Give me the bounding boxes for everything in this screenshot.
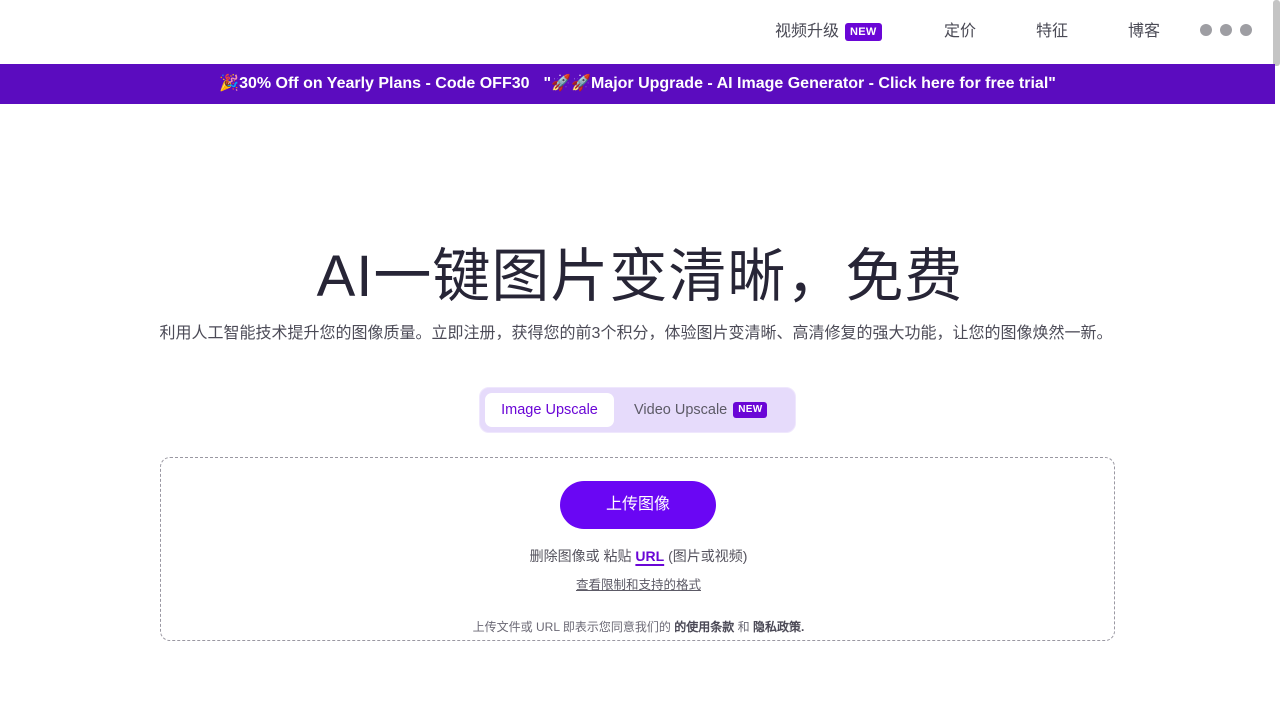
tab-image-upscale[interactable]: Image Upscale [485,393,614,427]
terms-prefix: 上传文件或 URL 即表示您同意我们的 [472,620,671,634]
upload-dropzone[interactable]: 上传图像 删除图像或 粘贴 URL (图片或视频) 查看限制和支持的格式 上传文… [160,457,1115,641]
nav-item-features[interactable]: 特征 [1036,20,1068,44]
top-navigation: 视频升级 NEW 定价 特征 博客 [0,0,1280,64]
upload-image-button[interactable]: 上传图像 [560,481,716,529]
scrollbar-thumb[interactable] [1273,0,1280,66]
tab-video-upscale-label: Video Upscale [634,402,728,418]
tab-video-upscale[interactable]: Video Upscale NEW [634,393,768,427]
new-badge: NEW [845,22,882,41]
nav-item-label: 视频升级 [775,23,840,40]
terms-notice: 上传文件或 URL 即表示您同意我们的 的使用条款 和 隐私政策. [161,618,1116,636]
terms-and: 和 [737,620,750,634]
page-title: AI一键图片变清晰，免费 [316,244,964,309]
url-suffix: (图片或视频) [668,548,748,564]
nav-item-video-upscale[interactable]: 视频升级 NEW [775,20,882,44]
promo-discount-text: 🎉30% Off on Yearly Plans - Code OFF30 [219,75,530,92]
drop-text: 删除图像或 粘贴 [529,548,632,564]
nav-item-pricing[interactable]: 定价 [944,20,976,44]
terms-of-use-link[interactable]: 的使用条款 [674,620,734,634]
more-menu-icon[interactable] [1196,22,1254,38]
paste-url-link[interactable]: URL [635,548,664,564]
mode-tabs: Image Upscale Video Upscale NEW [479,387,796,433]
privacy-policy-link[interactable]: 隐私政策. [753,620,804,634]
formats-info: 查看限制和支持的格式 [161,576,1116,594]
promo-banner[interactable]: 🎉30% Off on Yearly Plans - Code OFF30 "🚀🚀… [0,64,1275,104]
supported-formats-link[interactable]: 查看限制和支持的格式 [576,578,701,592]
promo-upgrade-text: "🚀🚀Major Upgrade - AI Image Generator - … [543,75,1056,92]
nav-item-blog[interactable]: 博客 [1128,20,1160,44]
new-badge: NEW [733,402,768,419]
drop-instructions: 删除图像或 粘贴 URL (图片或视频) [161,545,1116,567]
page-subtitle: 利用人工智能技术提升您的图像质量。立即注册，获得您的前3个积分，体验图片变清晰、… [159,325,1113,342]
